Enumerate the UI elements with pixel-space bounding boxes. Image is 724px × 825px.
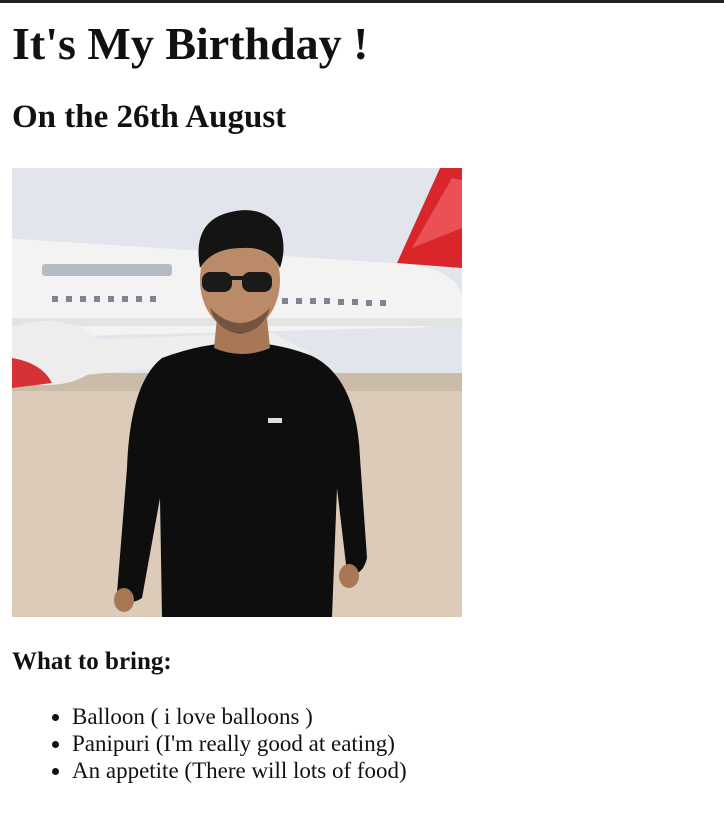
page-title: It's My Birthday ! — [12, 18, 369, 69]
bring-list: Balloon ( i love balloons ) Panipuri (I'… — [12, 677, 712, 784]
sweater-logo — [268, 418, 282, 423]
list-item: An appetite (There will lots of food) — [72, 757, 712, 784]
event-date: On the 26th August — [12, 99, 287, 135]
airline-lettering — [42, 264, 172, 276]
list-item: Balloon ( i love balloons ) — [72, 703, 712, 730]
left-hand — [114, 588, 134, 612]
list-item: Panipuri (I'm really good at eating) — [72, 730, 712, 757]
right-hand — [339, 564, 359, 588]
bring-heading: What to bring: — [12, 648, 172, 675]
page-content: It's My Birthday ! On the 26th August Wh… — [12, 0, 712, 784]
photo-illustration — [12, 168, 462, 617]
birthday-photo — [12, 168, 462, 617]
